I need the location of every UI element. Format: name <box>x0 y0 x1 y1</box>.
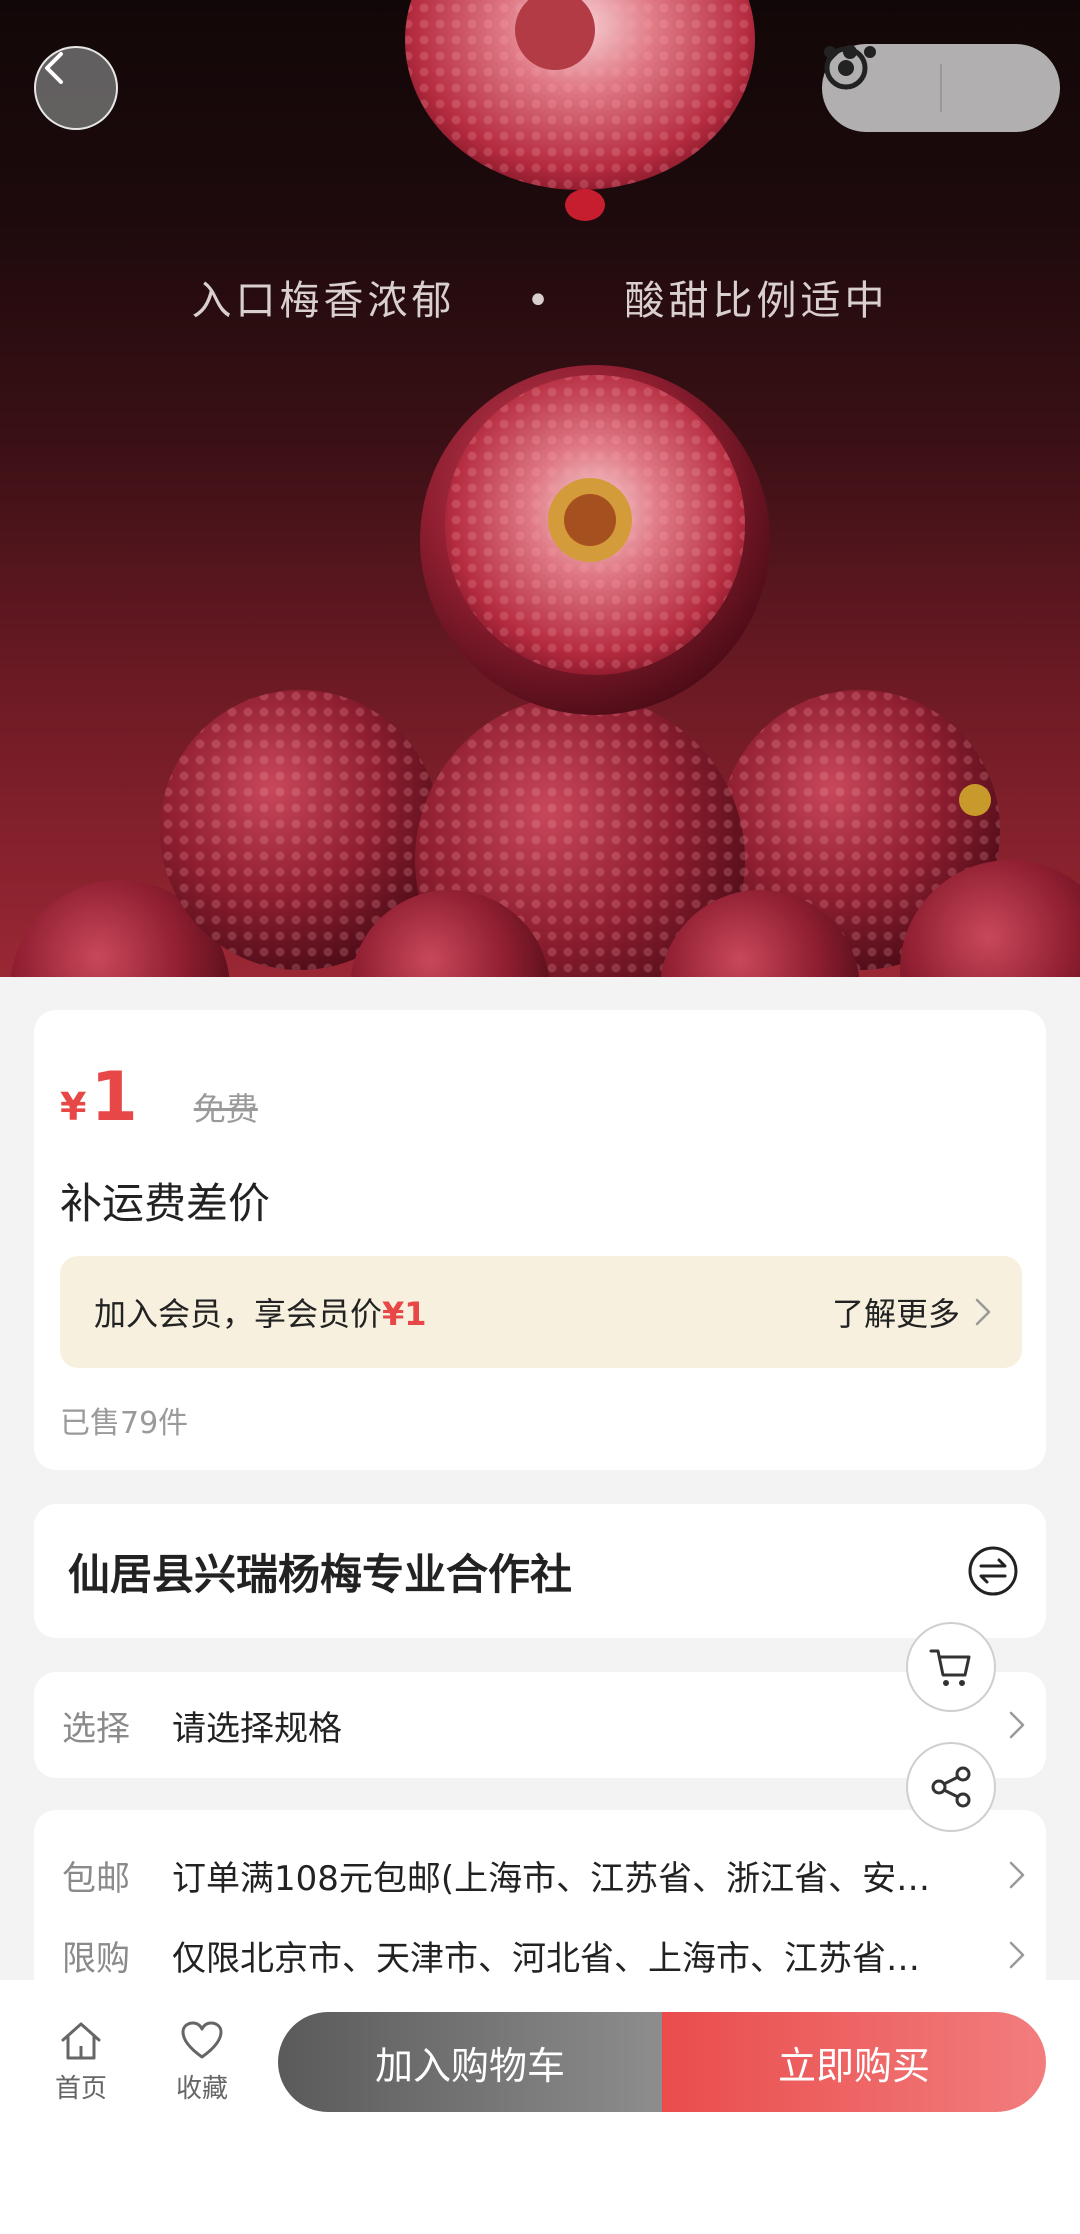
store-name: 仙居县兴瑞杨梅专业合作社 <box>68 1549 573 1599</box>
currency-symbol: ¥ <box>60 1085 87 1129</box>
home-icon <box>61 2022 101 2060</box>
price-card: ¥ 1 免费 补运费差价 加入会员，享会员价¥1 了解更多 已售79件 <box>34 1010 1046 1470</box>
sold-count: 已售79件 <box>60 1406 189 1441</box>
purchase-actions: 加入购物车 立即购买 <box>278 2012 1046 2112</box>
close-miniapp-button[interactable] <box>824 44 1060 132</box>
bottom-action-bar: 首页 收藏 加入购物车 立即购买 <box>0 1980 1080 2234</box>
miniapp-capsule <box>822 44 1060 132</box>
nav-favorite[interactable]: 收藏 <box>157 2020 247 2105</box>
hero-tagline: 入口梅香浓郁 • 酸甜比例适中 <box>0 268 1080 326</box>
current-price: 1 <box>90 1058 138 1137</box>
chevron-right-icon <box>1009 1711 1025 1739</box>
free-shipping-label: 包邮 <box>62 1858 130 1899</box>
back-button[interactable] <box>34 46 118 130</box>
member-price: ¥1 <box>382 1295 427 1333</box>
spec-selector[interactable]: 选择 请选择规格 <box>34 1672 1046 1778</box>
free-shipping-value: 订单满108元包邮(上海市、江苏省、浙江省、安… <box>172 1858 931 1899</box>
membership-text: 加入会员，享会员价¥1 <box>94 1289 427 1335</box>
purchase-limit-label: 限购 <box>62 1938 130 1979</box>
spec-label: 选择 <box>62 1708 130 1749</box>
purchase-limit-chevron <box>986 1940 1026 1970</box>
product-hero-image: 入口梅香浓郁 • 酸甜比例适中 <box>0 0 1080 977</box>
learn-more-link[interactable]: 了解更多 <box>832 1289 992 1335</box>
tagline-left: 入口梅香浓郁 <box>191 278 456 324</box>
chevron-right-icon <box>1009 1861 1025 1889</box>
free-shipping-row[interactable]: 包邮 订单满108元包邮(上海市、江苏省、浙江省、安… <box>62 1840 1026 1910</box>
buy-now-button[interactable]: 立即购买 <box>662 2012 1046 2112</box>
spec-value: 请选择规格 <box>172 1708 342 1749</box>
add-to-cart-button[interactable]: 加入购物车 <box>278 2012 662 2112</box>
spec-chevron <box>986 1710 1026 1740</box>
product-title: 补运费差价 <box>60 1179 271 1228</box>
share-icon <box>931 1766 971 1808</box>
price-row: ¥ 1 免费 <box>60 1058 258 1137</box>
cart-icon <box>929 1649 971 1686</box>
target-circle-icon <box>824 46 868 90</box>
tagline-dot: • <box>526 278 554 324</box>
product-detail-page: 入口梅香浓郁 • 酸甜比例适中 ¥ 1 免费 补运费差价 加入会员，享会员价¥1… <box>0 0 1080 2234</box>
purchase-limit-value: 仅限北京市、天津市、河北省、上海市、江苏省… <box>172 1938 920 1979</box>
heart-icon <box>181 2021 223 2059</box>
learn-more-label: 了解更多 <box>831 1295 960 1333</box>
store-card[interactable]: 仙居县兴瑞杨梅专业合作社 <box>34 1504 1046 1638</box>
nav-home[interactable]: 首页 <box>36 2020 126 2105</box>
floating-share-button[interactable] <box>906 1742 996 1832</box>
floating-cart-button[interactable] <box>906 1622 996 1712</box>
free-shipping-chevron <box>986 1860 1026 1890</box>
nav-favorite-label: 收藏 <box>175 2074 228 2104</box>
membership-text-prefix: 加入会员，享会员价 <box>94 1295 383 1333</box>
nav-home-label: 首页 <box>54 2074 107 2104</box>
chevron-right-icon <box>1009 1941 1025 1969</box>
chevron-left-icon <box>45 52 63 84</box>
tagline-right: 酸甜比例适中 <box>624 278 889 324</box>
original-price: 免费 <box>193 1090 258 1128</box>
membership-banner[interactable]: 加入会员，享会员价¥1 了解更多 <box>60 1256 1022 1368</box>
chevron-right-icon <box>975 1298 991 1326</box>
switch-store-icon[interactable] <box>966 1544 1020 1598</box>
bayberry-illustration <box>10 0 1080 977</box>
